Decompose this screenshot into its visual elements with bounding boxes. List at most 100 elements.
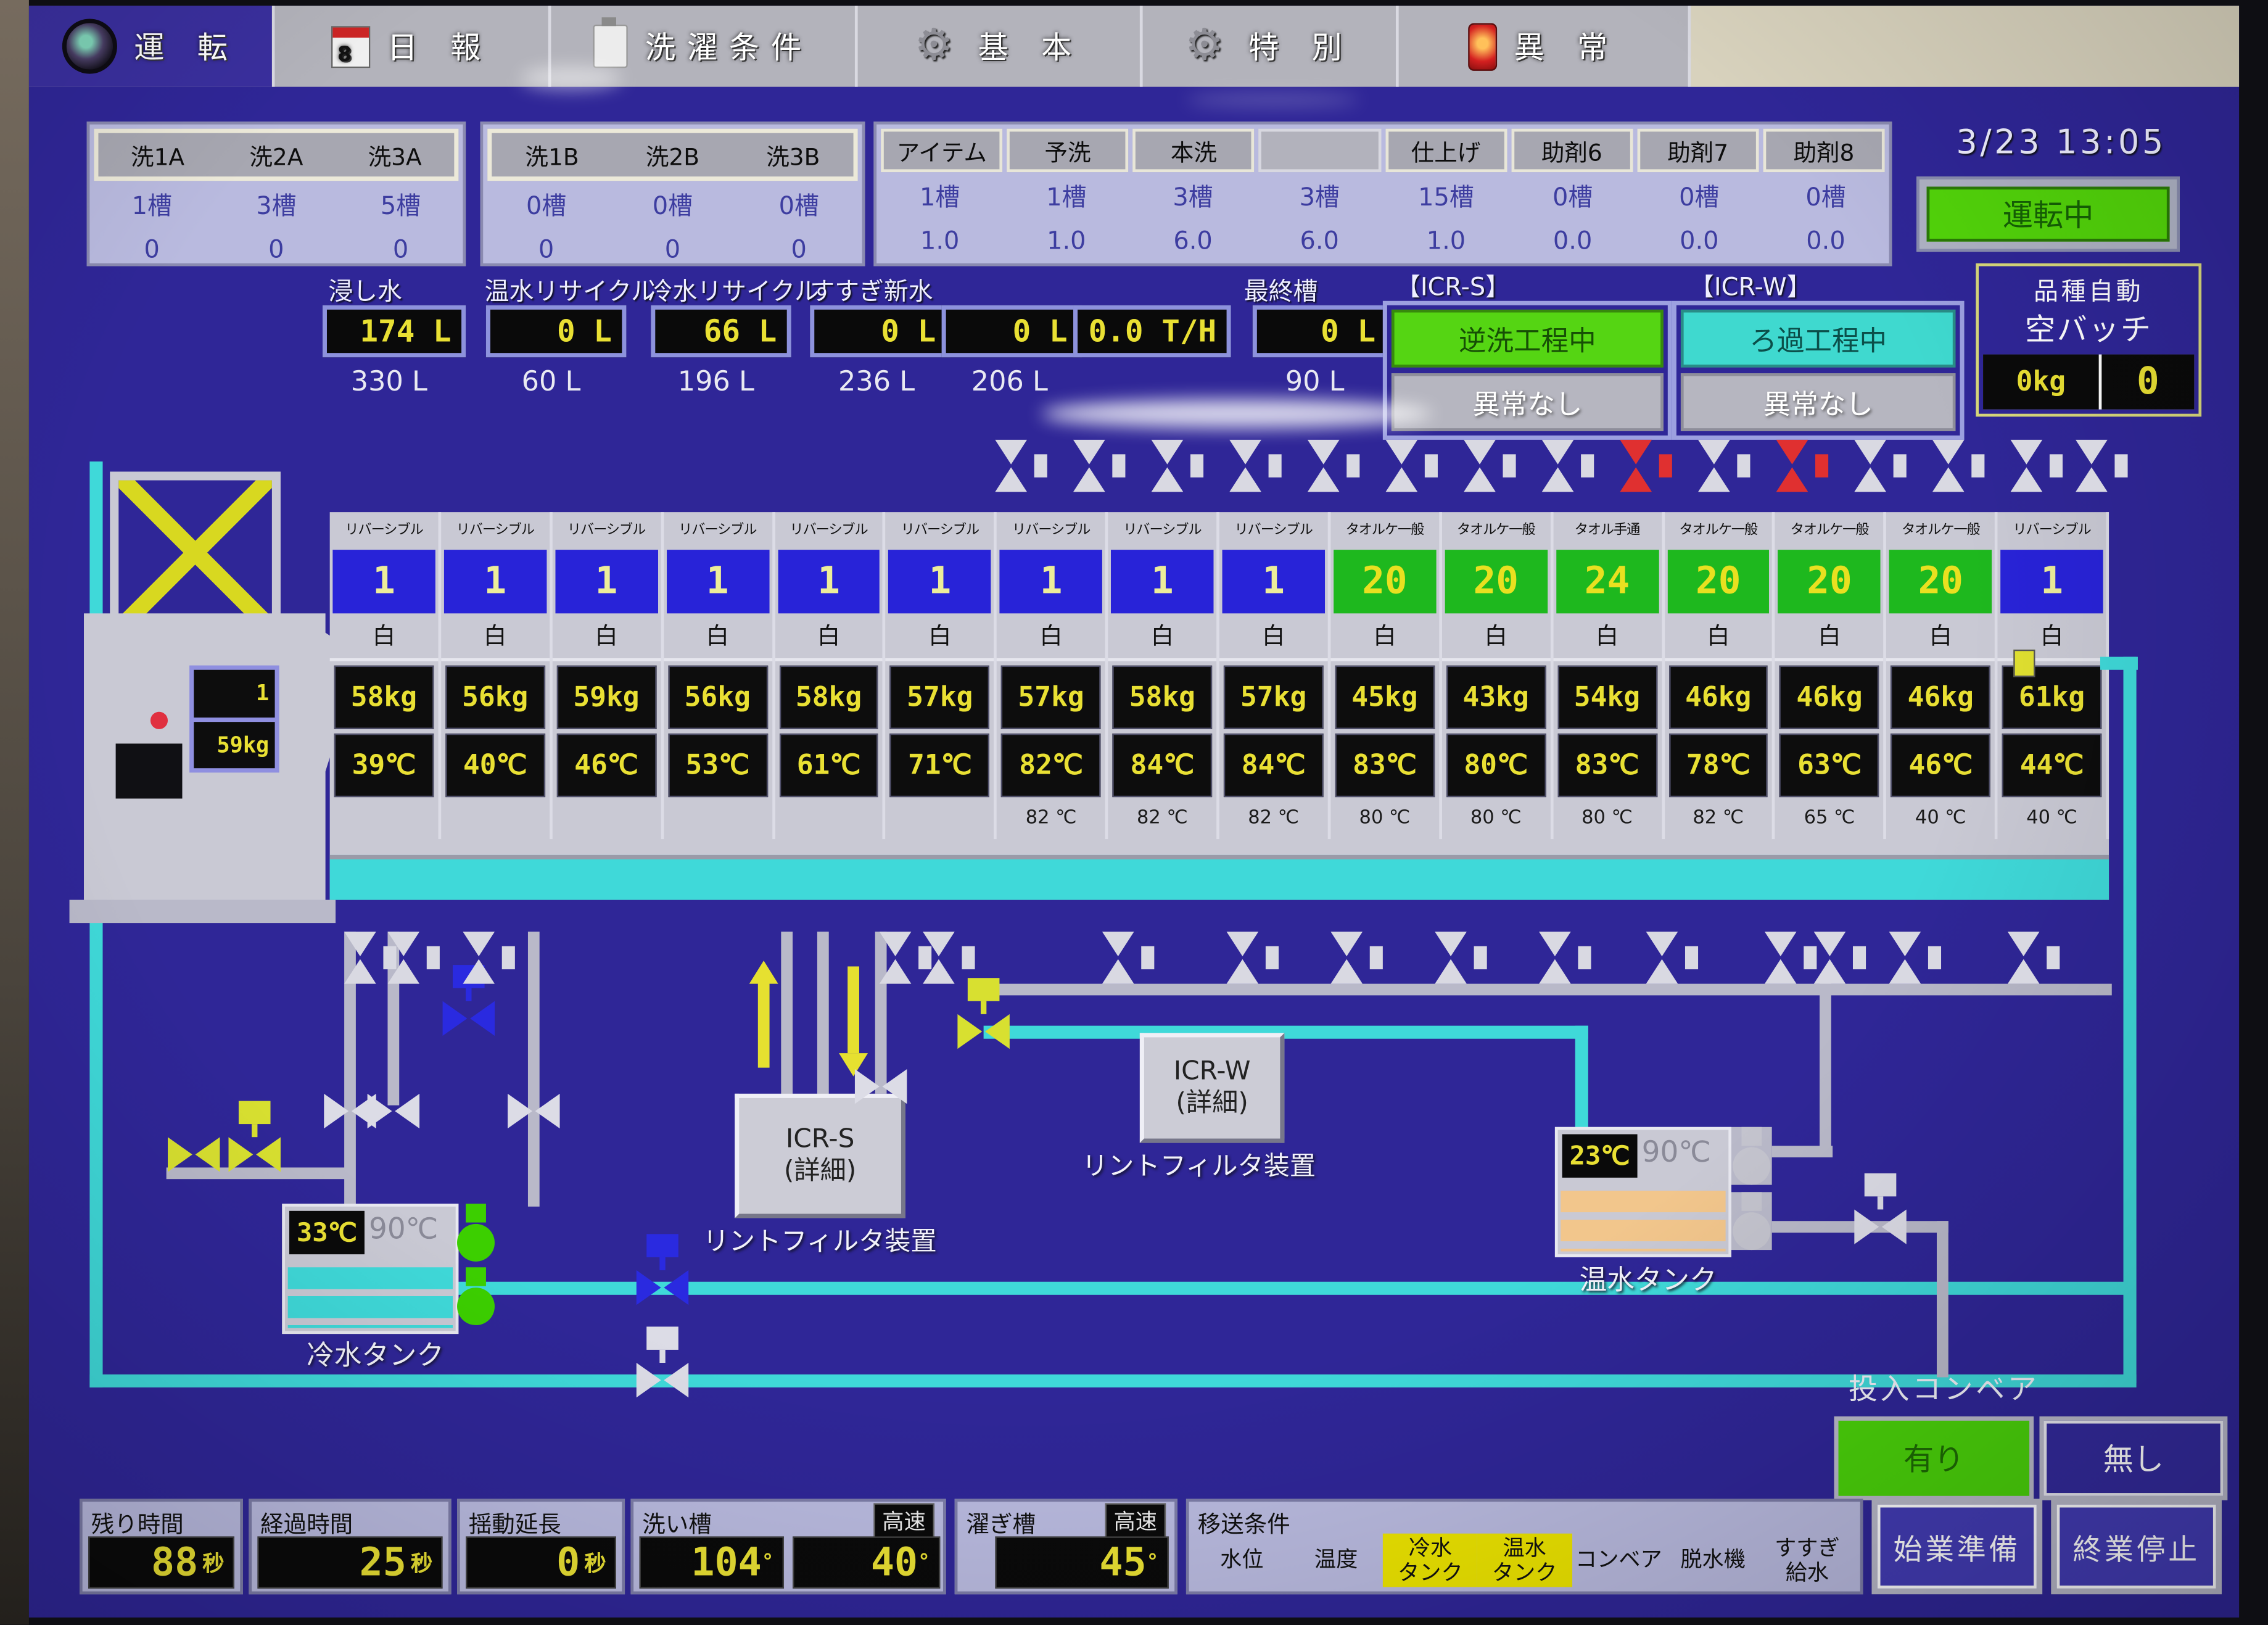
loader-batch-weight: 59kg	[194, 721, 274, 768]
valve-icon[interactable]	[957, 1014, 1009, 1049]
loader-window	[116, 743, 183, 798]
chamber-color-label: 白	[886, 615, 994, 661]
rinse-temp: 45	[1099, 1540, 1146, 1585]
chamber-column: タオルケ一般20白46kg78℃82 ℃	[1664, 512, 1775, 839]
chamber-column: タオルケ一般20白46kg63℃65 ℃	[1775, 512, 1886, 839]
tab-nippou[interactable]: 8 日 報	[275, 6, 551, 86]
chamber-batch-count: 1	[777, 550, 880, 613]
icr-w-detail-button[interactable]: ICR-W (詳細)	[1140, 1033, 1285, 1143]
icr-s-detail-button[interactable]: ICR-S (詳細)	[735, 1094, 905, 1218]
valve-icon[interactable]	[1073, 440, 1128, 492]
valve-icon[interactable]	[1386, 440, 1441, 492]
valve-icon[interactable]	[637, 1270, 688, 1305]
infeed-on-button[interactable]: 有り	[1834, 1416, 2034, 1500]
chamber-column: リバーシブル1白56kg53℃	[663, 512, 774, 839]
chamber-color-label: 白	[663, 615, 772, 661]
valve-icon[interactable]	[923, 932, 978, 983]
table-header-cell: 予洗	[1007, 129, 1128, 172]
chamber-batch-count: 1	[889, 550, 991, 613]
valve-icon[interactable]	[1539, 932, 1594, 983]
valve-icon[interactable]	[443, 1001, 495, 1036]
chamber-column: リバーシブル1白58kg84℃82 ℃	[1108, 512, 1219, 839]
chamber-color-label: 白	[1441, 615, 1550, 661]
item-table: アイテム予洗本洗仕上げ助剤6助剤7助剤81槽1槽3槽3槽15槽0槽0槽0槽1.0…	[873, 122, 1892, 267]
valve-icon[interactable]	[1152, 440, 1206, 492]
chamber-batch-count: 1	[444, 550, 546, 613]
chamber-batch-count: 1	[332, 550, 435, 613]
chamber-type-label: リバーシブル	[886, 512, 994, 548]
valve-icon[interactable]	[1646, 932, 1701, 983]
chamber-color-label: 白	[552, 615, 661, 661]
table-cell: 3槽	[214, 185, 339, 228]
valve-icon[interactable]	[387, 932, 442, 983]
valve-icon[interactable]	[1542, 440, 1597, 492]
valve-icon[interactable]	[1102, 932, 1157, 983]
valve-icon[interactable]	[1464, 440, 1519, 492]
batch-values: 0kg 0	[1983, 355, 2194, 410]
transfer-conditions-panel: 移送条件 水位温度冷水タンク温水タンクコンベア脱水機すすぎ給水	[1186, 1499, 1863, 1594]
valve-icon[interactable]	[2008, 932, 2063, 983]
valve-icon[interactable]	[1776, 440, 1831, 492]
hitashi-total: 330 L	[323, 366, 456, 398]
valve-icon[interactable]	[463, 932, 518, 983]
valve-icon[interactable]	[368, 1094, 419, 1128]
chamber-weight: 43kg	[1446, 666, 1546, 729]
table-cell: 0	[609, 229, 736, 272]
valve-icon[interactable]	[2011, 440, 2066, 492]
tab-label: 異 常	[1514, 25, 1619, 68]
chamber-batch-count: 1	[1000, 550, 1102, 613]
valve-icon[interactable]	[168, 1137, 220, 1172]
chamber-type-label: タオルケ一般	[1441, 512, 1550, 548]
valve-icon[interactable]	[1330, 932, 1385, 983]
chamber-temperature: 40℃	[445, 734, 545, 797]
chamber-type-label: リバーシブル	[997, 512, 1105, 548]
tab-kihon[interactable]: 基 本	[858, 6, 1143, 86]
run-status-badge[interactable]: 運転中	[1927, 187, 2170, 242]
chamber-temperature: 53℃	[668, 734, 768, 797]
valve-icon[interactable]	[1932, 440, 1987, 492]
loader-base	[70, 900, 336, 924]
valve-icon[interactable]	[1814, 932, 1869, 983]
valve-icon[interactable]	[995, 440, 1050, 492]
table-header-cell: 洗1B	[492, 133, 612, 176]
chamber-weight: 54kg	[1557, 666, 1657, 729]
loader-batch-no: 1	[194, 670, 274, 717]
valve-icon[interactable]	[2076, 440, 2130, 492]
tab-sentaku-jouken[interactable]: 洗濯条件	[551, 6, 857, 86]
table-cell: 0	[214, 229, 339, 272]
valve-icon[interactable]	[1227, 932, 1282, 983]
valve-icon[interactable]	[1435, 932, 1490, 983]
tab-tokubetsu[interactable]: 特 別	[1143, 6, 1399, 86]
chamber-type-label: リバーシブル	[441, 512, 550, 548]
flow-up-arrow-icon	[749, 961, 778, 1077]
icr-w-title: 【ICR-W】	[1689, 266, 1812, 302]
flow-down-arrow-icon	[839, 961, 868, 1077]
infeed-off-button[interactable]: 無し	[2039, 1416, 2227, 1500]
valve-icon[interactable]	[1308, 440, 1363, 492]
pipe	[1937, 1221, 1948, 1377]
tab-ijou[interactable]: 異 常	[1399, 6, 1691, 86]
valve-icon[interactable]	[1620, 440, 1675, 492]
pipe	[817, 932, 829, 1098]
table-cell: 0.0	[1636, 220, 1762, 263]
table-cell: 0槽	[736, 185, 862, 228]
chamber-column: タオル手通24白54kg83℃80 ℃	[1553, 512, 1664, 839]
valve-icon[interactable]	[508, 1094, 559, 1128]
valve-icon[interactable]	[855, 1069, 907, 1104]
valve-icon[interactable]	[1854, 440, 1909, 492]
table-cell: 0	[339, 229, 463, 272]
chamber-temperature: 39℃	[334, 734, 434, 797]
valve-icon[interactable]	[1854, 1209, 1906, 1244]
tab-label: 日 報	[387, 25, 492, 68]
valve-icon[interactable]	[229, 1137, 281, 1172]
tab-unten[interactable]: 運 転	[29, 6, 275, 86]
valve-icon[interactable]	[1698, 440, 1753, 492]
end-stop-button[interactable]: 終業停止	[2051, 1499, 2222, 1594]
cold-tank-temp: 33℃	[289, 1211, 365, 1254]
valve-icon[interactable]	[1889, 932, 1944, 983]
valve-icon[interactable]	[637, 1363, 688, 1397]
valve-icon[interactable]	[1765, 932, 1820, 983]
icr-s-process: 逆洗工程中	[1392, 310, 1664, 368]
valve-icon[interactable]	[1229, 440, 1284, 492]
start-prep-button[interactable]: 始業準備	[1871, 1499, 2042, 1594]
